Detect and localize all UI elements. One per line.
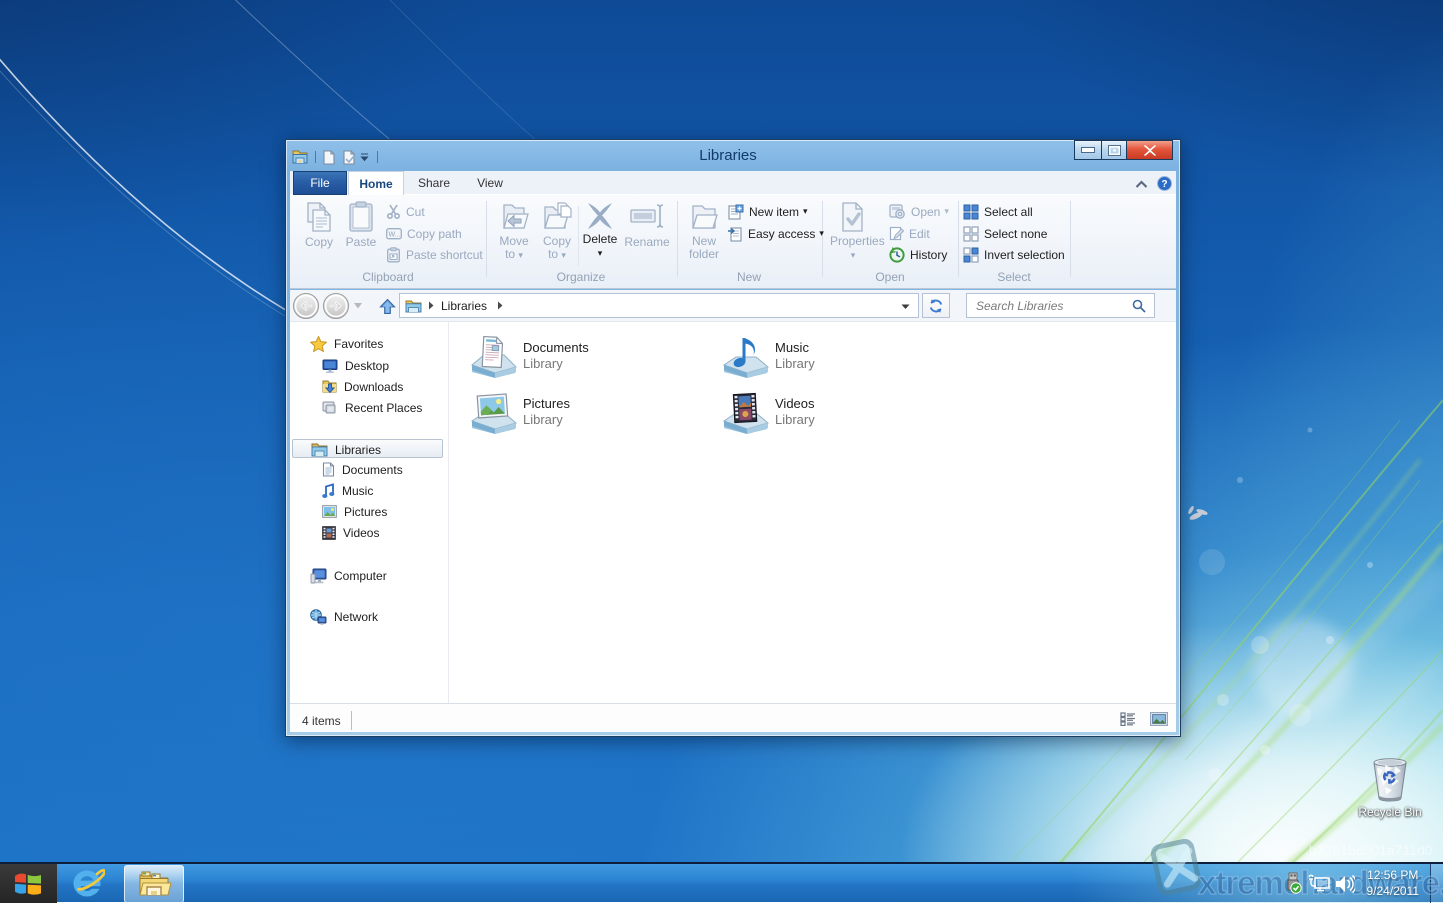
svg-text:W...: W... xyxy=(389,232,401,239)
svg-text:?: ? xyxy=(1161,179,1167,190)
